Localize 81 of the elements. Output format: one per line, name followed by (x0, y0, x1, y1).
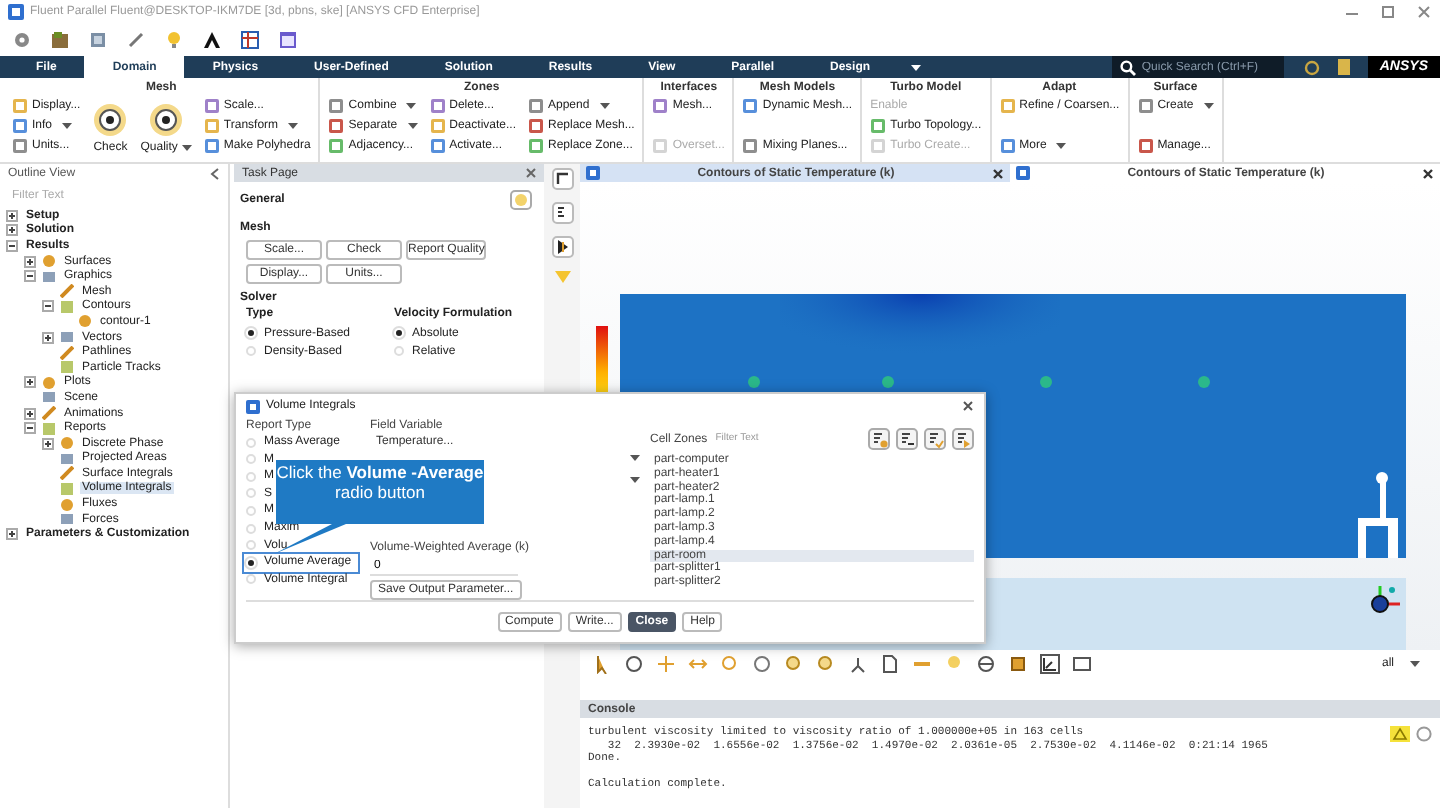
expand-icon[interactable] (42, 437, 54, 450)
pointer-icon[interactable] (592, 654, 612, 674)
tool-icon (1137, 98, 1154, 114)
collapse-icon[interactable] (24, 422, 36, 435)
caret-icon (1203, 102, 1214, 110)
expand-icon[interactable] (6, 528, 18, 541)
caret-icon (599, 102, 610, 110)
maximize-icon[interactable] (1380, 4, 1396, 20)
chart-icon[interactable] (1040, 654, 1060, 674)
window-icon[interactable] (278, 30, 298, 50)
cube-icon[interactable] (50, 30, 70, 50)
tool-icon (999, 98, 1016, 114)
expand-icon[interactable] (42, 331, 54, 344)
warning-icon[interactable] (1390, 726, 1410, 742)
radio-button[interactable] (246, 471, 256, 482)
grid-icon[interactable] (240, 30, 260, 50)
expand-icon[interactable] (24, 376, 36, 389)
expand-icon[interactable] (6, 209, 18, 222)
radio-button[interactable] (246, 437, 256, 448)
deselect-icon[interactable] (896, 428, 918, 450)
radio-button[interactable] (246, 488, 256, 499)
radio-button[interactable] (246, 505, 256, 516)
node-icon (78, 314, 92, 329)
circle-icon[interactable] (1416, 726, 1432, 742)
caret-icon (407, 122, 418, 130)
tool-icon (742, 98, 759, 114)
radio-button[interactable] (394, 346, 405, 356)
radio-button[interactable] (246, 454, 256, 465)
tool-icon (742, 138, 759, 154)
caret-icon (406, 102, 417, 110)
circle-icon[interactable] (1303, 59, 1320, 75)
corner-icon[interactable] (551, 168, 573, 190)
book-icon[interactable] (1335, 58, 1352, 76)
screen-icon[interactable] (1072, 654, 1092, 674)
caret-icon[interactable] (630, 476, 640, 484)
check-list-icon[interactable] (924, 428, 946, 450)
collapse-icon[interactable] (42, 300, 54, 313)
search-icon (1119, 59, 1136, 75)
radio-button[interactable] (246, 540, 256, 551)
circle-icon[interactable] (752, 654, 772, 674)
expand-icon[interactable] (24, 407, 36, 420)
collapse-icon[interactable] (210, 167, 220, 179)
caret-icon (62, 122, 73, 130)
axes-icon[interactable] (848, 654, 868, 674)
tool-icon (999, 138, 1016, 154)
close-icon[interactable] (962, 400, 974, 412)
zoom-in-icon[interactable] (784, 654, 804, 674)
expand-icon[interactable] (6, 224, 18, 237)
zoom-out-icon[interactable] (816, 654, 836, 674)
tool-icon (652, 138, 669, 154)
caret-icon[interactable] (630, 454, 640, 462)
window-icon[interactable] (1016, 166, 1030, 180)
caret-icon[interactable] (910, 61, 923, 73)
close-icon[interactable] (992, 167, 1004, 179)
caret-icon (181, 144, 192, 152)
collapse-icon[interactable] (6, 239, 18, 252)
gear-icon[interactable] (12, 30, 32, 50)
list-icon[interactable] (551, 202, 573, 224)
rotate-icon[interactable] (624, 654, 644, 674)
sphere-icon[interactable] (976, 654, 996, 674)
window-icon[interactable] (586, 166, 600, 180)
caret-icon (288, 122, 299, 130)
expand-icon[interactable] (24, 255, 36, 268)
radio-button[interactable] (246, 574, 256, 585)
radio-button[interactable] (246, 523, 256, 534)
window-icon (246, 399, 260, 413)
cube-icon[interactable] (88, 30, 108, 50)
close-icon[interactable] (1422, 167, 1434, 179)
page-icon[interactable] (880, 654, 900, 674)
select-all-icon[interactable] (868, 428, 890, 450)
caret-icon (1056, 142, 1067, 150)
arch-icon[interactable] (202, 30, 222, 50)
tool-icon (652, 98, 669, 114)
collapse-icon[interactable] (24, 270, 36, 283)
play-icon[interactable] (551, 236, 573, 258)
caret-icon (1410, 660, 1420, 668)
tool-icon (1137, 138, 1154, 154)
gauge-icon (148, 102, 185, 138)
radio-button[interactable] (246, 346, 256, 356)
gauge-icon (92, 102, 129, 138)
box-icon[interactable] (1008, 654, 1028, 674)
